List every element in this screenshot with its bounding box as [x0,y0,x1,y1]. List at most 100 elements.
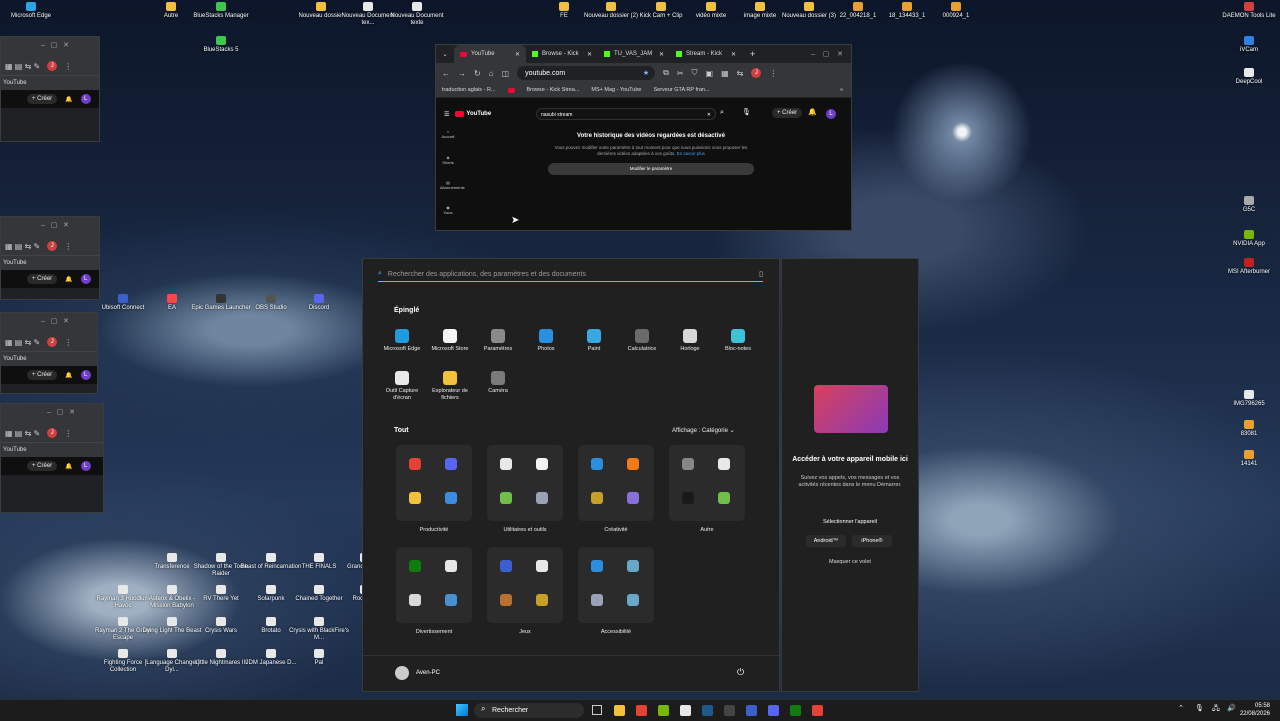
category-folder[interactable] [578,547,654,623]
mic-icon[interactable]: 🎙 [742,108,751,116]
desktop-icon[interactable]: G5C [1218,196,1280,214]
start-button[interactable] [456,704,468,716]
clock[interactable]: 05:58 22/08/2026 [1240,702,1270,718]
hamburger-menu-icon[interactable]: ☰ [436,111,455,118]
network-icon[interactable]: 🖧 [1212,704,1220,715]
desktop-icon[interactable]: iVCam [1218,36,1280,54]
extension-icon[interactable]: ⛉ [692,68,698,78]
taskbar-chrome-2-icon[interactable] [812,705,823,716]
extension-icon[interactable]: ⇆ [737,69,744,78]
pinned-app[interactable]: Bloc-notes [714,329,762,353]
tray-chevron-icon[interactable]: ⌃ [1178,704,1184,712]
taskbar-ubisoft-icon[interactable] [746,705,757,716]
start-search-input[interactable]: ⌕ Rechercher des applications, des param… [378,267,763,282]
desktop-icon[interactable]: DeepCool [1218,68,1280,86]
modify-setting-button[interactable]: Modifier le paramètre [548,163,754,175]
learn-more-link[interactable]: En savoir plus [677,151,705,156]
desktop-icon[interactable]: DAEMON Tools Lite [1218,2,1280,20]
desktop-icon[interactable]: NVIDIA App [1218,230,1280,248]
pinned-app[interactable]: Explorateur de fichiers [426,371,474,402]
iphone-button[interactable]: iPhone® [852,535,892,547]
pinned-app[interactable]: Photos [522,329,570,353]
nav-you[interactable]: ◉ Vous [440,205,456,215]
category-folder[interactable] [578,445,654,521]
background-browser-window[interactable]: – ▢ ✕ ▦ ▤ ⇆ ✎ J ⋮ YouTube + Créer 🔔 L [0,216,100,300]
bell-icon[interactable]: 🔔 [65,96,72,103]
view-category-dropdown[interactable]: Affichage : Catégorie ⌄ [672,427,735,434]
desktop-icon[interactable]: Nouveau Document texte [386,2,448,27]
forward-icon[interactable]: → [458,69,466,78]
taskbar-steam-icon[interactable] [702,705,713,716]
avatar[interactable]: L [80,461,91,471]
pinned-app[interactable]: Calculatrice [618,329,666,353]
desktop-icon[interactable]: Pal [288,649,350,667]
desktop-icon[interactable]: 000924_1 [925,2,987,20]
avatar[interactable]: L [80,370,91,380]
android-button[interactable]: Android™ [806,535,846,547]
task-view-icon[interactable] [592,705,602,715]
pinned-app[interactable]: Paint [570,329,618,353]
bookmark-item[interactable]: MS+ Mag - YouTube [591,87,641,93]
category-folder[interactable] [396,445,472,521]
bookmark-item[interactable]: Browse - Kick Strea... [527,87,580,93]
category-folder[interactable] [487,445,563,521]
avatar[interactable]: L [80,94,91,104]
desktop-icon[interactable]: Microsoft Edge [0,2,62,20]
taskbar-notepad-icon[interactable] [680,705,691,716]
new-tab-button[interactable]: + [742,49,763,59]
desktop-icon[interactable]: BlueStacks Manager [190,2,252,20]
bookmark-item[interactable]: Serveur GTA RP fran... [653,87,709,93]
pinned-app[interactable]: Microsoft Edge [378,329,426,353]
background-browser-window[interactable]: – ▢ ✕ ▦ ▤ ⇆ ✎ J ⋮ YouTube + Créer 🔔 L [0,403,104,513]
tab-youtube[interactable]: YouTube ✕ [454,45,526,63]
tab-tu-vas[interactable]: TU_VAS_JAM ✕ [598,45,670,63]
tab-stream-kick[interactable]: Stream - Kick ✕ [670,45,742,63]
extension-icon[interactable]: ✂ [677,69,684,78]
pinned-app[interactable]: Horloge [666,329,714,353]
extension-icon[interactable]: ▣ [706,69,714,78]
pinned-app[interactable]: Paramètres [474,329,522,353]
desktop-icon[interactable]: Discord [288,294,350,312]
back-icon[interactable]: ← [442,69,450,78]
create-button[interactable]: + Créer [772,108,803,118]
avatar[interactable]: L [826,109,836,119]
pinned-app[interactable]: Outil Capture d'écran [378,371,426,402]
category-folder[interactable] [396,547,472,623]
pinned-app[interactable]: Microsoft Store [426,329,474,353]
taskbar-nvidia-icon[interactable] [658,705,669,716]
user-avatar[interactable] [395,666,409,680]
youtube-logo-icon[interactable] [455,111,465,117]
taskbar-xbox-icon[interactable] [790,705,801,716]
mic-icon[interactable]: 🎙 [1195,704,1204,712]
desktop-icon[interactable]: 14141 [1218,450,1280,468]
nav-shorts[interactable]: ◈ Shorts [440,155,456,165]
bell-icon[interactable]: 🔔 [808,108,817,116]
nav-subscriptions[interactable]: ▤ Abonnements [440,180,465,190]
extension-icon[interactable]: ▦ [721,69,729,78]
url-field[interactable]: youtube.com ★ [517,66,656,80]
desktop-icon[interactable]: Crysis with BlackFire's M... [288,617,350,642]
split-icon[interactable]: ◫ [502,69,510,78]
reload-icon[interactable]: ↻ [474,69,481,78]
hide-panel-link[interactable]: Masquer ce volet [782,559,918,565]
browser-window[interactable]: ⌄ YouTube ✕ Browse - Kick ✕ TU_VAS_JAM ✕ St… [435,44,852,231]
home-icon[interactable]: ⌂ [489,69,494,78]
volume-icon[interactable]: 🔊 [1227,704,1236,712]
avatar[interactable]: L [80,274,91,284]
profile-avatar[interactable]: J [751,68,762,78]
bell-icon[interactable]: 🔔 [65,372,72,379]
desktop-icon[interactable]: 83081 [1218,420,1280,438]
create-button[interactable]: + Créer [27,370,58,380]
category-folder[interactable] [487,547,563,623]
create-button[interactable]: + Créer [27,274,58,284]
phone-icon[interactable]: ▯ [759,270,763,278]
bookmark-item[interactable]: traduction aglais - R... [442,87,496,93]
desktop-icon[interactable]: BlueStacks 5 [190,36,252,54]
nav-home[interactable]: ⌂ Accueil [440,129,456,139]
search-icon[interactable]: ⌕ [720,109,724,117]
extensions-icon[interactable]: ⧉ [663,68,669,78]
taskbar-discord-icon[interactable] [768,705,779,716]
taskbar-chrome-icon[interactable] [636,705,647,716]
background-browser-window[interactable]: – ▢ ✕ ▦ ▤ ⇆ ✎ J ⋮ YouTube + Créer 🔔 L [0,36,100,142]
bell-icon[interactable]: 🔔 [65,276,72,283]
